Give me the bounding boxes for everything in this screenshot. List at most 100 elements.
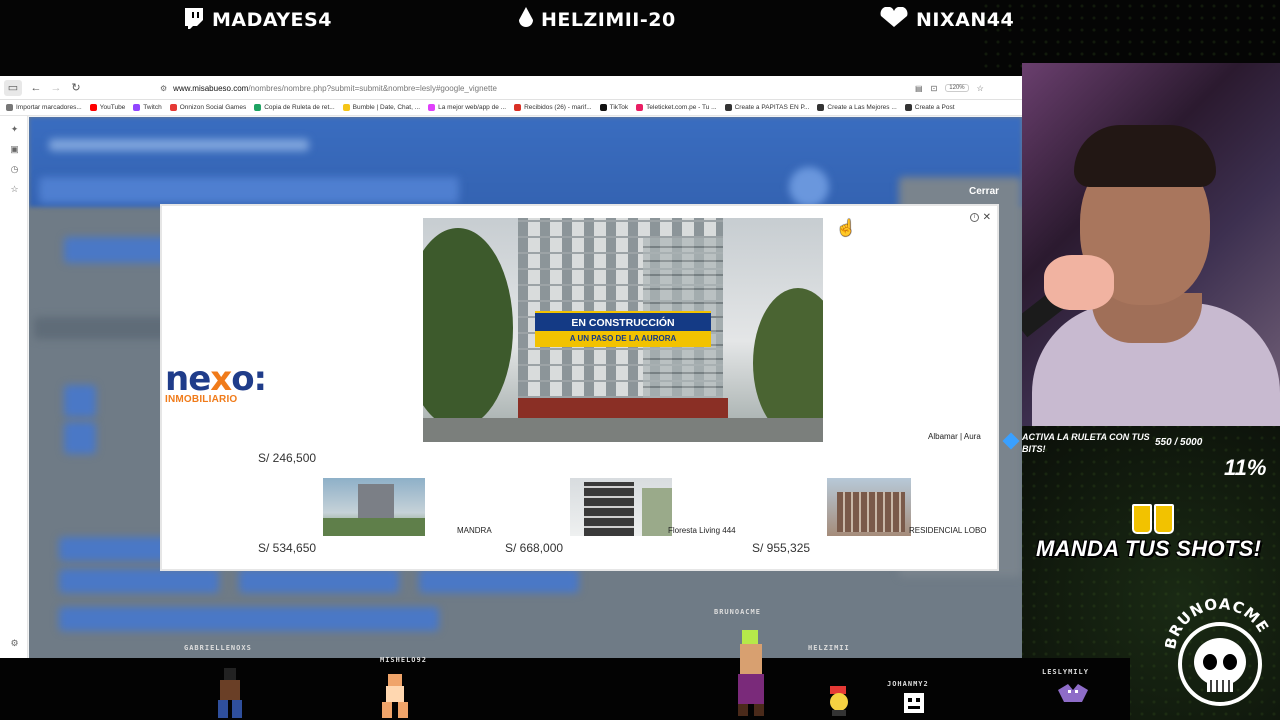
social-heart: NIXAN44 [878, 6, 1014, 34]
close-icon[interactable]: ✕ [983, 212, 991, 223]
viewer-name: MISHELO92 [380, 656, 427, 664]
bookmark-label: Copia de Ruleta de ret... [264, 104, 335, 111]
url-host: www.misabueso.com [173, 83, 249, 93]
drop-icon [517, 6, 535, 35]
browser-sidebar: ✦ ▣ ◷ ☆ ⚙ [0, 116, 28, 658]
nexo-logo: nexo: INMOBILIARIO [165, 362, 267, 418]
history-icon[interactable]: ◷ [9, 164, 20, 175]
tab-icon[interactable]: ▭ [4, 79, 22, 96]
page-heading-blur [34, 317, 174, 339]
hero-image[interactable]: EN CONSTRUCCIÓN A UN PASO DE LA AURORA [423, 218, 823, 442]
ad-dialog: i ✕ EN CONSTRUCCIÓN A UN PASO DE LA AURO… [160, 204, 999, 571]
page-button-blur [239, 569, 399, 593]
bookmark-favicon-icon [636, 104, 644, 111]
site-info-icon[interactable]: ⚙ [160, 84, 167, 93]
settings-icon[interactable]: ⚙ [9, 638, 20, 649]
social-drop: HELZIMII-20 [517, 6, 676, 34]
zoom-badge[interactable]: 120% [945, 84, 969, 92]
viewer-bar [0, 658, 1130, 720]
hero-price: S/ 246,500 [258, 451, 317, 465]
favorites-icon[interactable]: ☆ [9, 184, 20, 195]
bookmark-favicon-icon [133, 104, 141, 111]
bits-goal-widget: ACTIVA LA RULETA CON TUS BITS! 550 / 500… [1002, 431, 1280, 481]
listing-thumbnail[interactable] [827, 478, 911, 536]
hero-caption[interactable]: Albamar | Aura [928, 432, 981, 441]
webcam-feed [1022, 63, 1280, 426]
bits-goal-count: 550 / 5000 [1155, 437, 1203, 448]
bookmark-icon[interactable]: ▣ [9, 144, 20, 155]
bookmark-item[interactable]: Teleticket.com.pe - Tu ... [636, 104, 717, 111]
bookmark-label: TikTok [609, 104, 629, 111]
gem-icon [1002, 432, 1020, 450]
page-avatar-blur [789, 167, 829, 207]
viewer-sprite [1056, 680, 1090, 706]
viewer-name: LESLYMILY [1042, 668, 1089, 676]
viewer-sprite [730, 628, 770, 718]
bookmark-favicon-icon [169, 104, 177, 111]
reader-icon[interactable]: ▤ [915, 84, 923, 93]
bookmark-item[interactable]: Importar marcadores... [6, 104, 82, 111]
stream-canvas: MADAYES4 HELZIMII-20 NIXAN44 ▭ ← → ↻ ⚙ w… [0, 0, 1280, 720]
page-tile-blur [64, 385, 96, 417]
reload-icon[interactable]: ↻ [66, 78, 86, 98]
logo-text: o: [231, 359, 267, 399]
listing-thumbnail[interactable] [570, 478, 672, 536]
back-icon[interactable]: ← [26, 78, 46, 98]
bookmark-label: Create a Las Mejores ... [827, 104, 897, 111]
bookmark-item[interactable]: YouTube [89, 104, 126, 111]
microphone [1044, 255, 1114, 310]
listing-name[interactable]: Floresta Living 444 [668, 526, 736, 535]
page-button-blur [59, 569, 219, 593]
social-twitch: MADAYES4 [182, 6, 332, 34]
bookmark-label: Bumble | Date, Chat, ... [352, 104, 421, 111]
bookmark-item[interactable]: Onnizon Social Games [169, 104, 246, 111]
bookmark-item[interactable]: Recibidos (26) - marif... [514, 104, 592, 111]
forward-icon[interactable]: → [46, 78, 66, 98]
viewer-sprite [903, 692, 925, 714]
listing-price: S/ 534,650 [258, 541, 317, 555]
bookmark-item[interactable]: Copia de Ruleta de ret... [254, 104, 335, 111]
bookmark-favicon-icon [724, 104, 732, 111]
stream-top-bar: MADAYES4 HELZIMII-20 NIXAN44 [0, 0, 1280, 40]
bookmarks-bar: Importar marcadores... YouTube Twitch Onniz… [0, 100, 1022, 116]
bookmark-favicon-icon [89, 104, 97, 111]
bookmark-favicon-icon [428, 104, 436, 111]
twitch-icon [182, 6, 206, 35]
listing-price: S/ 668,000 [505, 541, 564, 555]
bookmark-favicon-icon [254, 104, 262, 111]
hero-banner-title: EN CONSTRUCCIÓN [535, 311, 711, 331]
bookmark-item[interactable]: Bumble | Date, Chat, ... [342, 104, 421, 111]
bookmark-item[interactable]: Create a Las Mejores ... [817, 104, 897, 111]
viewer-name: JOHANMY2 [887, 680, 929, 688]
bookmark-item[interactable]: Create a Post [904, 104, 955, 111]
star-icon[interactable]: ☆ [977, 84, 984, 93]
heart-icon [878, 6, 910, 34]
listing-name[interactable]: MANDRA [457, 526, 492, 535]
bits-goal-percent: 11% [1224, 455, 1267, 480]
streamer-hair [1074, 125, 1216, 187]
bookmark-favicon-icon [6, 104, 13, 111]
social-handle: MADAYES4 [212, 9, 332, 31]
social-handle: NIXAN44 [916, 9, 1015, 31]
bookmark-item[interactable]: TikTok [599, 104, 629, 111]
bits-goal-text: ACTIVA LA RULETA CON TUS BITS! [1022, 432, 1150, 454]
viewer-name: BRUNOACME [714, 608, 761, 616]
close-ad-button[interactable]: Cerrar [969, 186, 999, 197]
info-icon[interactable]: i [970, 213, 979, 222]
bookmark-item[interactable]: Twitch [133, 104, 162, 111]
listing-name[interactable]: RESIDENCIAL LOBO [909, 526, 987, 535]
bookmark-item[interactable]: La mejor web/app de ... [428, 104, 506, 111]
page-nav-blur [49, 139, 309, 151]
bookmark-label: Importar marcadores... [16, 104, 82, 111]
bookmark-label: Teleticket.com.pe - Tu ... [646, 104, 717, 111]
bookmark-item[interactable]: Create a PAPITAS EN P... [724, 104, 809, 111]
sparkle-icon[interactable]: ✦ [9, 124, 20, 135]
social-handle: HELZIMII-20 [541, 9, 676, 31]
screenshot-icon[interactable]: ⊡ [931, 84, 938, 93]
viewer-sprite [378, 672, 412, 720]
brand-skull-logo: BRUNOACME [1161, 592, 1275, 712]
listing-thumbnail[interactable] [323, 478, 425, 536]
url-field[interactable]: ⚙ www.misabueso.com/nombres/nombre.php?s… [160, 80, 497, 96]
address-bar-row: ▭ ← → ↻ ⚙ www.misabueso.com/nombres/nomb… [0, 76, 1022, 100]
bookmark-label: YouTube [99, 104, 126, 111]
